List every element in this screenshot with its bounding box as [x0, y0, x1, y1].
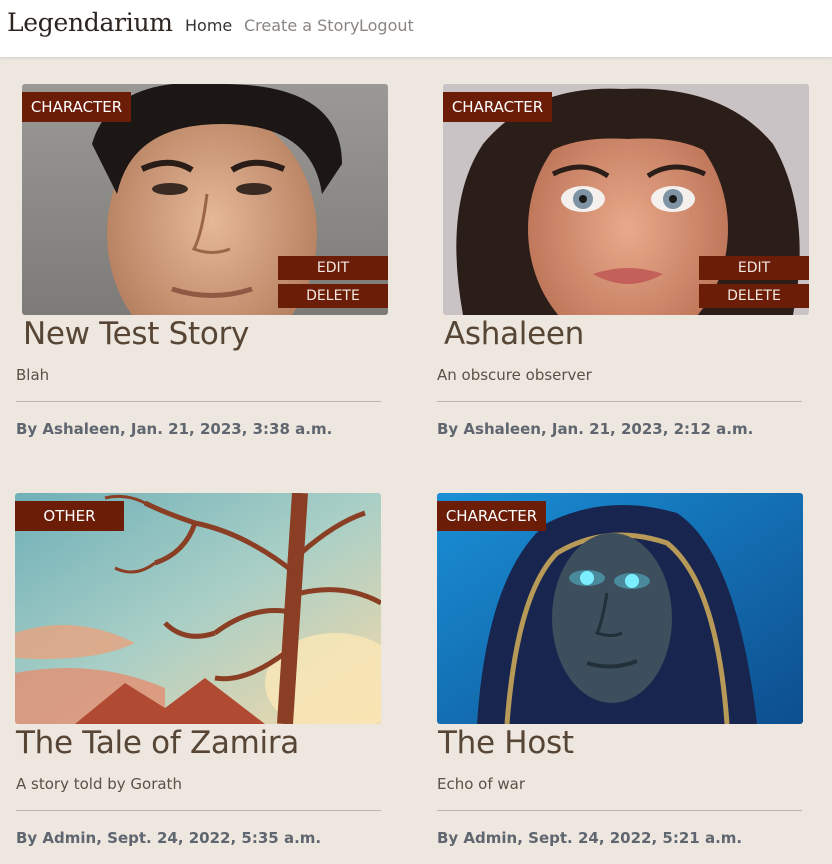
story-meta: By Admin, Sept. 24, 2022, 5:35 a.m. [16, 829, 322, 847]
story-title[interactable]: New Test Story [23, 316, 249, 352]
card-divider [437, 810, 802, 811]
category-badge: CHARACTER [437, 501, 546, 531]
story-description: An obscure observer [437, 366, 592, 384]
category-badge: OTHER [15, 501, 124, 531]
delete-button[interactable]: DELETE [699, 284, 809, 308]
navbar: Legendarium Home Create a Story Logout [0, 0, 832, 57]
card-divider [437, 401, 802, 402]
story-meta: By Admin, Sept. 24, 2022, 5:21 a.m. [437, 829, 743, 847]
edit-button[interactable]: EDIT [699, 256, 809, 280]
nav-create-story[interactable]: Create a Story [244, 16, 359, 35]
story-title[interactable]: The Host [438, 725, 574, 761]
story-description: Blah [16, 366, 50, 384]
delete-button[interactable]: DELETE [278, 284, 388, 308]
story-description: A story told by Gorath [16, 775, 182, 793]
story-title[interactable]: The Tale of Zamira [16, 725, 299, 761]
nav-home[interactable]: Home [185, 16, 232, 35]
category-badge: CHARACTER [22, 92, 131, 122]
card-divider [16, 401, 381, 402]
story-meta: By Ashaleen, Jan. 21, 2023, 3:38 a.m. [16, 420, 333, 438]
story-meta: By Ashaleen, Jan. 21, 2023, 2:12 a.m. [437, 420, 754, 438]
category-badge: CHARACTER [443, 92, 552, 122]
story-title[interactable]: Ashaleen [444, 316, 584, 352]
edit-button[interactable]: EDIT [278, 256, 388, 280]
story-description: Echo of war [437, 775, 526, 793]
card-divider [16, 810, 381, 811]
brand-logo[interactable]: Legendarium [7, 8, 173, 37]
nav-logout[interactable]: Logout [359, 16, 414, 35]
